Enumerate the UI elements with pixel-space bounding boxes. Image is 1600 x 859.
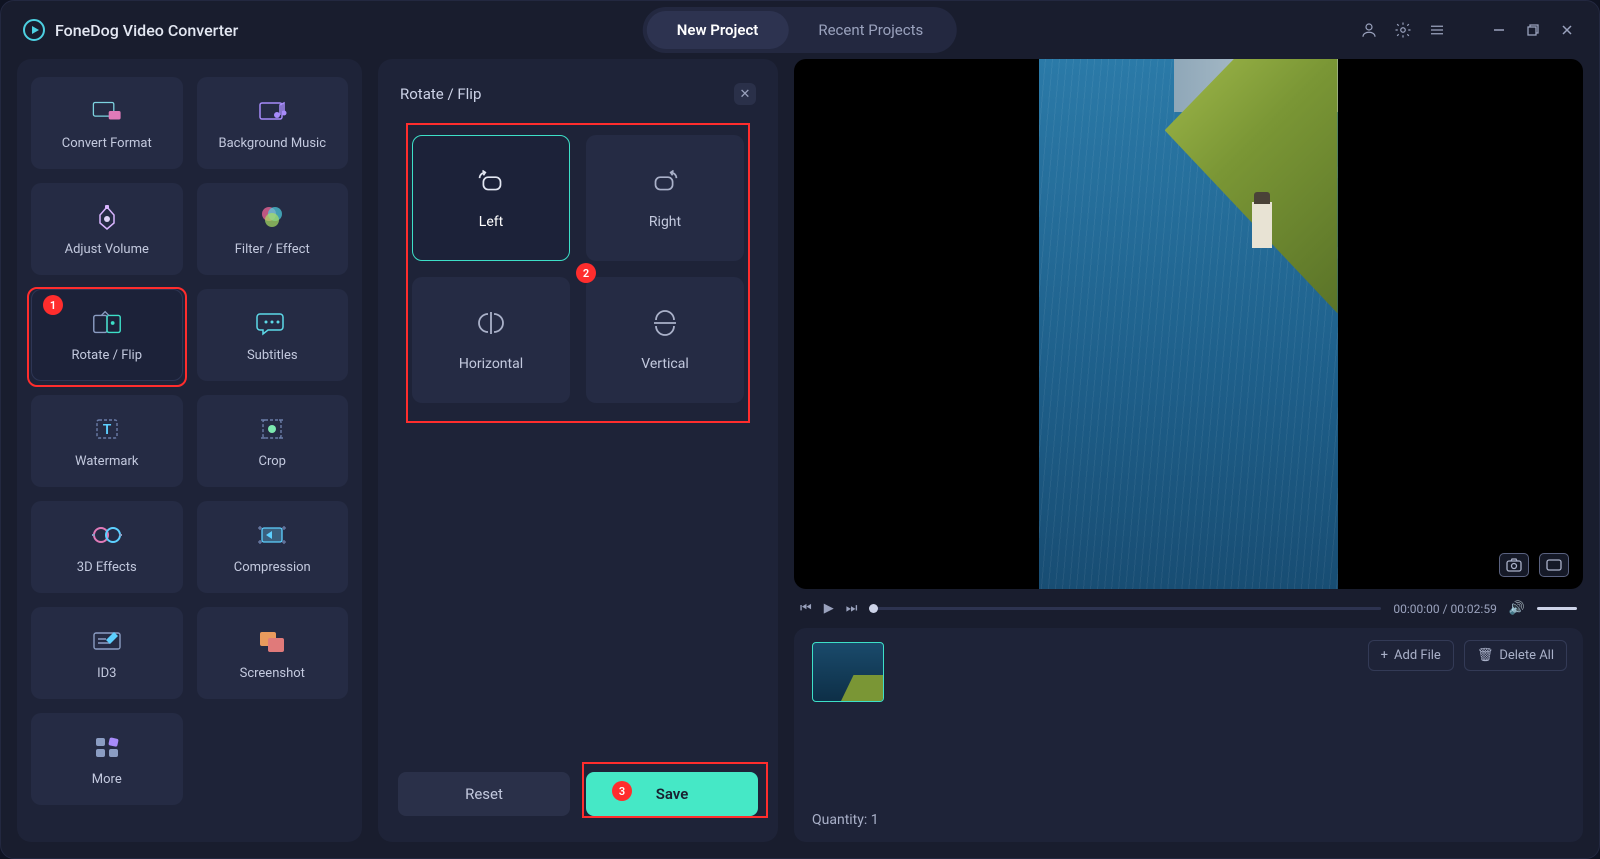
snapshot-button[interactable]: [1499, 553, 1529, 577]
file-thumbnail[interactable]: [812, 642, 884, 702]
close-button[interactable]: [1557, 20, 1577, 40]
app-logo: FoneDog Video Converter: [23, 19, 238, 41]
tool-screenshot[interactable]: Screenshot: [197, 607, 349, 699]
file-list: +Add File 🗑Delete All Quantity: 1: [794, 628, 1583, 842]
prev-button[interactable]: ⏮: [800, 601, 812, 616]
crop-icon: [255, 414, 289, 444]
tool-convert-format[interactable]: Convert Format: [31, 77, 183, 169]
playback-controls: ⏮ ▶ ⏭ 00:00:00 / 00:02:59 🔊: [794, 601, 1583, 616]
progress-bar[interactable]: [869, 607, 1381, 610]
tool-label: Screenshot: [240, 666, 305, 681]
tool-id3[interactable]: ID3: [31, 607, 183, 699]
quantity-label: Quantity: 1: [812, 802, 1565, 828]
id3-icon: [90, 626, 124, 656]
annotation-badge-3: 3: [612, 781, 632, 801]
rotate-right-option[interactable]: Right: [586, 135, 744, 261]
volume-icon[interactable]: 🔊: [1509, 601, 1525, 616]
tab-new-project[interactable]: New Project: [647, 11, 789, 49]
option-label: Horizontal: [459, 356, 523, 372]
rotate-flip-icon: [90, 308, 124, 338]
more-icon: [90, 732, 124, 762]
add-file-button[interactable]: +Add File: [1368, 640, 1454, 671]
rotate-left-option[interactable]: Left: [412, 135, 570, 261]
tool-label: More: [92, 772, 122, 787]
fullscreen-button[interactable]: [1539, 553, 1569, 577]
option-label: Left: [479, 214, 503, 230]
compression-icon: [255, 520, 289, 550]
tool-label: Adjust Volume: [65, 242, 149, 257]
option-label: Right: [649, 214, 681, 230]
flip-vertical-icon: [646, 308, 684, 338]
tool-label: Crop: [259, 454, 286, 469]
maximize-button[interactable]: [1523, 20, 1543, 40]
tab-recent-projects[interactable]: Recent Projects: [788, 11, 953, 49]
rotate-flip-panel: Rotate / Flip ✕ Left Right Horizontal: [378, 59, 778, 842]
video-preview: [794, 59, 1583, 589]
titlebar: FoneDog Video Converter New Project Rece…: [1, 1, 1599, 59]
tools-sidebar: Convert Format Background Music Adjust V…: [17, 59, 362, 842]
menu-icon[interactable]: [1427, 20, 1447, 40]
rotate-left-icon: [472, 166, 510, 196]
tool-crop[interactable]: Crop: [197, 395, 349, 487]
play-button[interactable]: ▶: [824, 601, 834, 616]
app-title: FoneDog Video Converter: [55, 21, 238, 40]
tool-more[interactable]: More: [31, 713, 183, 805]
logo-icon: [23, 19, 45, 41]
tool-background-music[interactable]: Background Music: [197, 77, 349, 169]
screenshot-icon: [255, 626, 289, 656]
rotate-right-icon: [646, 166, 684, 196]
tool-3d-effects[interactable]: 3D Effects: [31, 501, 183, 593]
video-frame: [1039, 59, 1337, 589]
tool-label: Compression: [234, 560, 311, 575]
minimize-button[interactable]: [1489, 20, 1509, 40]
tool-label: ID3: [97, 666, 116, 681]
tool-label: Watermark: [75, 454, 138, 469]
adjust-volume-icon: [90, 202, 124, 232]
three-d-icon: [90, 520, 124, 550]
time-display: 00:00:00 / 00:02:59: [1393, 602, 1496, 616]
flip-horizontal-option[interactable]: Horizontal: [412, 277, 570, 403]
tool-label: Background Music: [218, 136, 326, 151]
option-label: Vertical: [641, 356, 688, 372]
flip-horizontal-icon: [472, 308, 510, 338]
next-button[interactable]: ⏭: [846, 601, 858, 616]
tool-label: Filter / Effect: [235, 242, 310, 257]
settings-icon[interactable]: [1393, 20, 1413, 40]
background-music-icon: [255, 96, 289, 126]
delete-all-button[interactable]: 🗑Delete All: [1464, 640, 1567, 671]
tool-label: Convert Format: [62, 136, 152, 151]
tool-compression[interactable]: Compression: [197, 501, 349, 593]
flip-vertical-option[interactable]: Vertical: [586, 277, 744, 403]
filter-effect-icon: [255, 202, 289, 232]
tool-subtitles[interactable]: Subtitles: [197, 289, 349, 381]
panel-close-button[interactable]: ✕: [734, 83, 756, 105]
tool-label: 3D Effects: [77, 560, 137, 575]
watermark-icon: T: [90, 414, 124, 444]
tool-label: Subtitles: [247, 348, 298, 363]
trash-icon: 🗑: [1477, 648, 1494, 663]
preview-pane: ⏮ ▶ ⏭ 00:00:00 / 00:02:59 🔊 +Add File 🗑D…: [794, 59, 1583, 842]
svg-text:T: T: [102, 422, 111, 438]
convert-format-icon: [90, 96, 124, 126]
tool-label: Rotate / Flip: [71, 348, 142, 363]
tool-filter-effect[interactable]: Filter / Effect: [197, 183, 349, 275]
panel-title: Rotate / Flip: [400, 85, 481, 103]
annotation-badge-1: 1: [43, 295, 63, 315]
annotation-badge-2: 2: [576, 263, 596, 283]
plus-icon: +: [1381, 648, 1388, 663]
tool-adjust-volume[interactable]: Adjust Volume: [31, 183, 183, 275]
volume-slider[interactable]: [1537, 607, 1577, 610]
project-tabs: New Project Recent Projects: [643, 7, 957, 53]
account-icon[interactable]: [1359, 20, 1379, 40]
reset-button[interactable]: Reset: [398, 772, 570, 816]
tool-watermark[interactable]: T Watermark: [31, 395, 183, 487]
subtitles-icon: [255, 308, 289, 338]
